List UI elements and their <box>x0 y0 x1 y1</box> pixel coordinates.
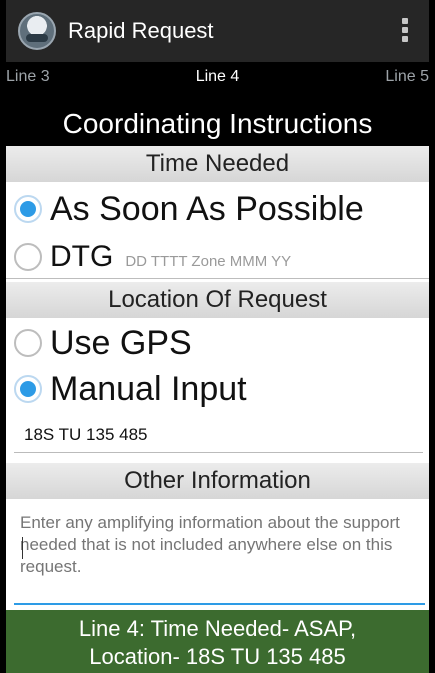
dtg-format-hint: DD TTTT Zone MMM YY <box>125 253 292 270</box>
section-divider <box>6 278 429 279</box>
status-summary: Line 4: Time Needed- ASAP, Location- 18S… <box>6 610 429 673</box>
tab-line-4[interactable]: Line 4 <box>6 68 429 86</box>
status-line-1: Line 4: Time Needed- ASAP, <box>78 616 357 641</box>
radio-dtg[interactable]: DTG DD TTTT Zone MMM YY <box>14 236 429 278</box>
radio-manual-input-indicator[interactable] <box>14 375 42 403</box>
radio-use-gps[interactable]: Use GPS <box>14 321 429 365</box>
radio-use-gps-indicator[interactable] <box>14 329 42 357</box>
text-cursor <box>22 537 23 559</box>
page-title: Coordinating Instructions <box>6 102 429 146</box>
manual-location-field[interactable]: 18S TU 135 485 <box>24 425 148 445</box>
device-frame-right <box>429 0 435 673</box>
other-information-header: Other Information <box>6 463 429 499</box>
app-title: Rapid Request <box>68 18 214 43</box>
time-needed-header: Time Needed <box>6 146 429 182</box>
app-logo-icon <box>18 12 56 50</box>
radio-asap-label: As Soon As Possible <box>50 189 364 228</box>
radio-manual-input[interactable]: Manual Input <box>14 367 429 411</box>
manual-location-underline <box>14 452 423 453</box>
radio-use-gps-label: Use GPS <box>50 323 192 362</box>
radio-asap[interactable]: As Soon As Possible <box>14 187 429 231</box>
location-header: Location Of Request <box>6 282 429 318</box>
app-bar: Rapid Request <box>6 0 429 62</box>
app-screen: Rapid Request Line 3 Line 4 Line 5 Coord… <box>0 0 435 673</box>
other-information-input[interactable] <box>20 512 421 604</box>
radio-asap-indicator[interactable] <box>14 195 42 223</box>
line-tabs: Line 3 Line 4 Line 5 <box>6 62 429 102</box>
status-line-2: Location- 18S TU 135 485 <box>89 644 346 669</box>
tab-line-5[interactable]: Line 5 <box>385 68 429 86</box>
radio-manual-input-label: Manual Input <box>50 369 247 408</box>
other-information-underline <box>14 603 425 605</box>
radio-dtg-indicator[interactable] <box>14 243 42 271</box>
overflow-menu-icon[interactable] <box>399 15 411 49</box>
radio-dtg-label: DTG <box>50 240 114 273</box>
